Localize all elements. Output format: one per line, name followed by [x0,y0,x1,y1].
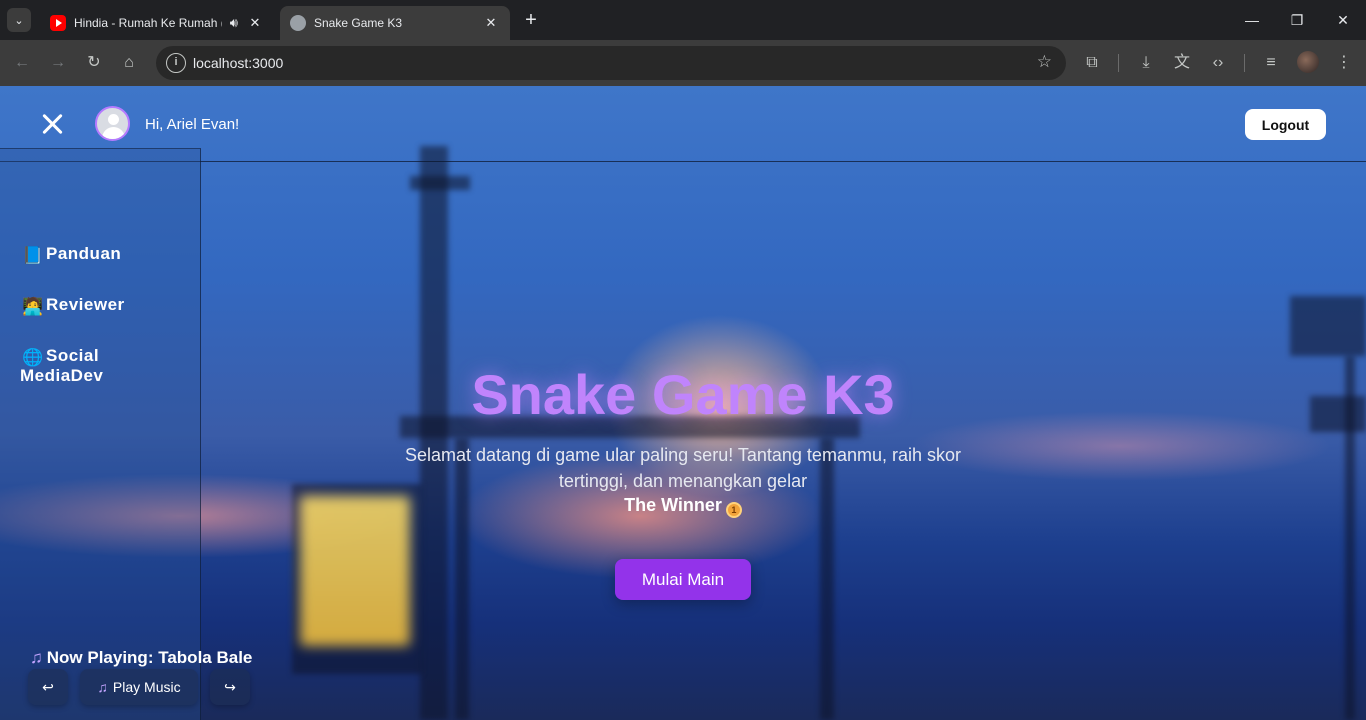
browser-tab-bar: ⌄ Hindia - Rumah Ke Rumah ( 🔊︎ ✕ Snake G… [0,0,1366,40]
sidebar-item-label: Social [46,346,100,365]
new-tab-button[interactable]: + [520,8,542,32]
signboard-right-lower [1310,396,1366,432]
home-icon[interactable]: ⌂ [117,51,141,75]
window-close-icon[interactable]: ✕ [1320,8,1366,32]
sidebar-item-panduan[interactable]: 📘 Panduan [22,244,122,265]
toolbar-divider [1118,54,1119,72]
play-music-button[interactable]: ♫ Play Music [80,669,198,705]
minimize-icon[interactable]: — [1229,8,1275,32]
sidebar-item-reviewer[interactable]: 🧑‍💻 Reviewer [22,295,125,316]
sidebar-item-label-line2: MediaDev [20,366,104,385]
bookmark-star-icon[interactable]: ☆ [1037,52,1052,72]
next-track-button[interactable]: ↪ [210,669,250,705]
signboard-right [1290,296,1366,356]
start-game-button[interactable]: Mulai Main [615,559,751,600]
restore-icon[interactable]: ❐ [1274,8,1320,32]
now-playing-text: ♫ Now Playing: Tabola Bale [30,648,252,668]
track-title: Tabola Bale [158,648,253,667]
tab-title: Hindia - Rumah Ke Rumah ( [74,16,222,30]
logout-button[interactable]: Logout [1245,109,1326,140]
pole-crossbar [410,176,470,190]
app-header: Hi, Ariel Evan! Logout [0,86,1366,162]
globe-icon [290,15,306,31]
hero-subtitle-line2: tertinggi, dan menangkan gelar [558,471,808,491]
music-note-icon: ♫ [97,679,108,695]
url-text: localhost:3000 [193,55,284,71]
devtools-icon[interactable]: ‹› [1206,51,1230,75]
vending-glow [300,496,410,646]
close-tab-icon[interactable]: ✕ [482,15,500,31]
menu-icon[interactable]: ⋮ [1332,51,1356,75]
now-playing-prefix: Now Playing: [46,648,159,667]
hero-title: Snake Game K3 [471,363,895,426]
browser-toolbar: ← → ↻ ⌂ i localhost:3000 ☆ ⧉ ⤓ 文 ‹› ≡ ⋮ [0,40,1366,86]
winner-text: The Winner [624,495,722,515]
play-music-label: Play Music [112,679,181,695]
forward-icon[interactable]: → [46,51,70,75]
tab-title: Snake Game K3 [314,16,403,30]
music-notes-icon: ♫ [30,648,43,667]
tab-search-button[interactable]: ⌄ [7,8,31,32]
close-tab-icon[interactable]: ✕ [246,15,264,31]
pole-right [1345,356,1355,720]
toolbar-divider [1244,54,1245,72]
globe-emoji-icon: 🌐 [22,348,44,367]
medal-icon: 1 [725,502,742,518]
address-bar[interactable]: i localhost:3000 ☆ [156,46,1066,80]
back-icon[interactable]: ← [10,51,34,75]
speaker-icon[interactable]: 🔊︎ [230,15,238,31]
media-controls-icon[interactable]: ≡ [1259,51,1283,75]
download-icon[interactable]: ⤓ [1134,51,1158,75]
translate-icon[interactable]: 文 [1170,51,1194,75]
sidebar-item-label: Panduan [46,244,122,263]
technologist-icon: 🧑‍💻 [22,297,44,316]
tab-youtube[interactable]: Hindia - Rumah Ke Rumah ( 🔊︎ ✕ [40,6,274,40]
extensions-icon[interactable]: ⧉ [1080,51,1104,75]
reload-icon[interactable]: ↻ [82,51,106,75]
previous-track-button[interactable]: ↩ [28,669,68,705]
avatar-shoulders [102,127,125,139]
sidebar-item-social-media[interactable]: 🌐 Social MediaDev [20,346,103,386]
tab-snake-game[interactable]: Snake Game K3 ✕ [280,6,510,40]
greeting-text: Hi, Ariel Evan! [145,116,240,133]
hero-subtitle-line1: Selamat datang di game ular paling seru!… [405,445,961,465]
page-viewport: Hi, Ariel Evan! Logout 📘 Panduan 🧑‍💻 Revie… [0,86,1366,720]
youtube-icon [50,15,66,31]
book-icon: 📘 [22,246,44,265]
hero-subtitle: Selamat datang di game ular paling seru!… [383,442,983,494]
site-info-icon[interactable]: i [166,53,186,73]
winner-title: The Winner 1 [383,495,983,518]
profile-avatar[interactable] [1297,51,1319,73]
user-avatar[interactable] [95,106,130,141]
close-menu-icon[interactable] [38,110,68,140]
sidebar: 📘 Panduan 🧑‍💻 Reviewer 🌐 Social MediaDev [0,148,201,720]
avatar-head [108,114,119,125]
sidebar-item-label: Reviewer [46,295,125,314]
